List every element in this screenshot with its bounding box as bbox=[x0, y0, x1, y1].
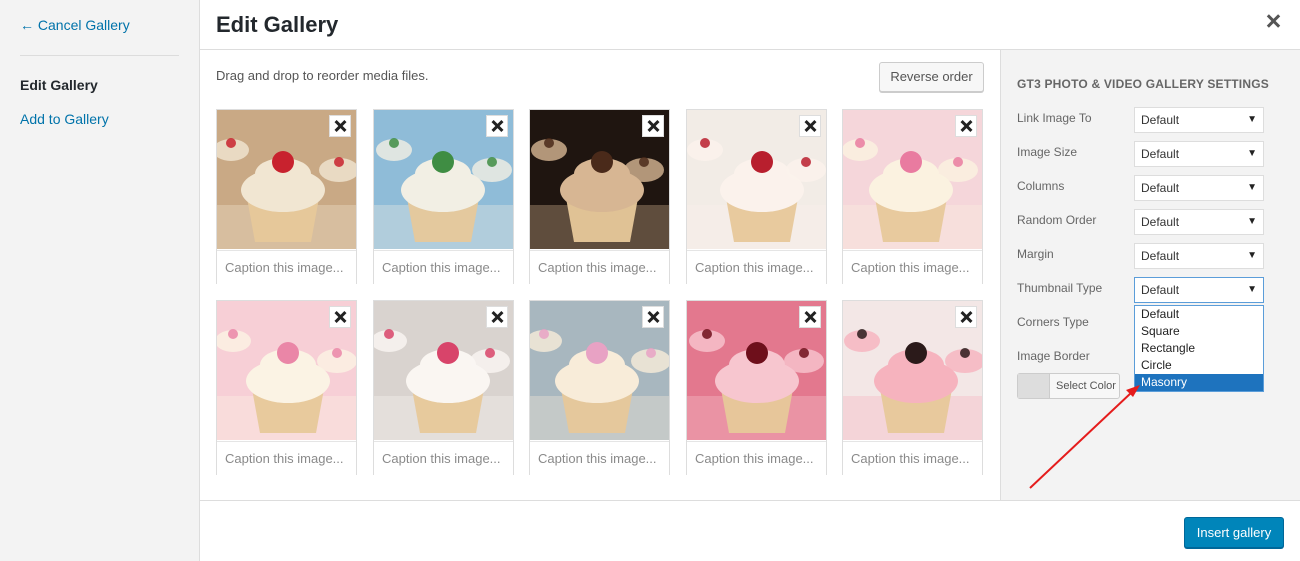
remove-icon[interactable] bbox=[486, 115, 508, 137]
cancel-gallery-link[interactable]: ← Cancel Gallery bbox=[20, 17, 130, 33]
menu-separator bbox=[20, 55, 179, 56]
reverse-order-button[interactable]: Reverse order bbox=[879, 62, 984, 92]
option-default[interactable]: Default bbox=[1135, 306, 1263, 323]
thumbnail-type-dropdown: Default Square Rectangle Circle Masonry bbox=[1134, 305, 1264, 392]
select-color-label: Select Color bbox=[1056, 380, 1116, 392]
gallery-item[interactable] bbox=[686, 109, 827, 284]
dropdown-caret-icon: ▼ bbox=[1247, 250, 1257, 261]
margin-label: Margin bbox=[1017, 247, 1054, 261]
remove-icon[interactable] bbox=[329, 115, 351, 137]
select-color-button[interactable]: Select Color bbox=[1017, 373, 1120, 399]
dropdown-caret-icon: ▼ bbox=[1247, 114, 1257, 125]
menu-item-add-to-gallery[interactable]: Add to Gallery bbox=[20, 111, 109, 127]
image-size-select[interactable]: Default ▼ bbox=[1134, 141, 1264, 167]
gallery-content: Drag and drop to reorder media files. Re… bbox=[200, 50, 1000, 500]
remove-icon[interactable] bbox=[955, 306, 977, 328]
remove-icon[interactable] bbox=[955, 115, 977, 137]
dropdown-caret-icon: ▼ bbox=[1247, 148, 1257, 159]
close-icon[interactable] bbox=[1266, 14, 1280, 28]
page-title: Edit Gallery bbox=[216, 12, 339, 37]
media-menu: ← Cancel Gallery Edit Gallery Add to Gal… bbox=[0, 0, 200, 561]
caption-input[interactable] bbox=[217, 250, 356, 284]
image-size-value: Default bbox=[1141, 147, 1180, 161]
settings-title: GT3 PHOTO & VIDEO GALLERY SETTINGS bbox=[1017, 77, 1269, 91]
remove-icon[interactable] bbox=[799, 306, 821, 328]
caption-input[interactable] bbox=[843, 250, 982, 284]
caption-input[interactable] bbox=[843, 441, 982, 475]
caption-input[interactable] bbox=[217, 441, 356, 475]
gallery-item[interactable] bbox=[373, 300, 514, 475]
color-swatch bbox=[1018, 374, 1050, 398]
dropdown-caret-icon: ▼ bbox=[1247, 284, 1257, 295]
dropdown-caret-icon: ▼ bbox=[1247, 182, 1257, 193]
remove-icon[interactable] bbox=[642, 115, 664, 137]
remove-icon[interactable] bbox=[486, 306, 508, 328]
modal-footer: Insert gallery bbox=[200, 500, 1300, 561]
caption-input[interactable] bbox=[530, 441, 669, 475]
option-circle[interactable]: Circle bbox=[1135, 357, 1263, 374]
columns-select[interactable]: Default ▼ bbox=[1134, 175, 1264, 201]
dropdown-caret-icon: ▼ bbox=[1247, 216, 1257, 227]
gallery-item[interactable] bbox=[529, 109, 670, 284]
remove-icon[interactable] bbox=[642, 306, 664, 328]
random-order-select[interactable]: Default ▼ bbox=[1134, 209, 1264, 235]
gallery-item[interactable] bbox=[216, 109, 357, 284]
image-border-label: Image Border bbox=[1017, 349, 1090, 363]
thumbnail-type-select[interactable]: Default ▼ bbox=[1134, 277, 1264, 303]
caption-input[interactable] bbox=[530, 250, 669, 284]
caption-input[interactable] bbox=[374, 441, 513, 475]
gallery-item[interactable] bbox=[842, 300, 983, 475]
caption-input[interactable] bbox=[687, 441, 826, 475]
gallery-item[interactable] bbox=[216, 300, 357, 475]
insert-gallery-button[interactable]: Insert gallery bbox=[1184, 517, 1284, 548]
thumbnail-type-value: Default bbox=[1141, 283, 1180, 297]
caption-input[interactable] bbox=[687, 250, 826, 284]
random-order-label: Random Order bbox=[1017, 213, 1097, 227]
gallery-item[interactable] bbox=[842, 109, 983, 284]
gallery-item[interactable] bbox=[373, 109, 514, 284]
remove-icon[interactable] bbox=[329, 306, 351, 328]
columns-label: Columns bbox=[1017, 179, 1065, 193]
gallery-settings-panel: GT3 PHOTO & VIDEO GALLERY SETTINGS Link … bbox=[1000, 50, 1300, 500]
link-image-to-label: Link Image To bbox=[1017, 111, 1092, 125]
gallery-item[interactable] bbox=[529, 300, 670, 475]
columns-value: Default bbox=[1141, 181, 1180, 195]
thumbnail-type-label: Thumbnail Type bbox=[1017, 281, 1103, 295]
corners-type-label: Corners Type bbox=[1017, 315, 1089, 329]
random-order-value: Default bbox=[1141, 215, 1180, 229]
option-square[interactable]: Square bbox=[1135, 323, 1263, 340]
menu-item-edit-gallery[interactable]: Edit Gallery bbox=[20, 77, 98, 93]
margin-select[interactable]: Default ▼ bbox=[1134, 243, 1264, 269]
option-rectangle[interactable]: Rectangle bbox=[1135, 340, 1263, 357]
modal-header: Edit Gallery bbox=[200, 0, 1300, 50]
margin-value: Default bbox=[1141, 249, 1180, 263]
gallery-item[interactable] bbox=[686, 300, 827, 475]
link-image-to-value: Default bbox=[1141, 113, 1180, 127]
remove-icon[interactable] bbox=[799, 115, 821, 137]
option-masonry[interactable]: Masonry bbox=[1135, 374, 1263, 391]
instructions-text: Drag and drop to reorder media files. bbox=[216, 68, 429, 83]
caption-input[interactable] bbox=[374, 250, 513, 284]
image-size-label: Image Size bbox=[1017, 145, 1078, 159]
link-image-to-select[interactable]: Default ▼ bbox=[1134, 107, 1264, 133]
